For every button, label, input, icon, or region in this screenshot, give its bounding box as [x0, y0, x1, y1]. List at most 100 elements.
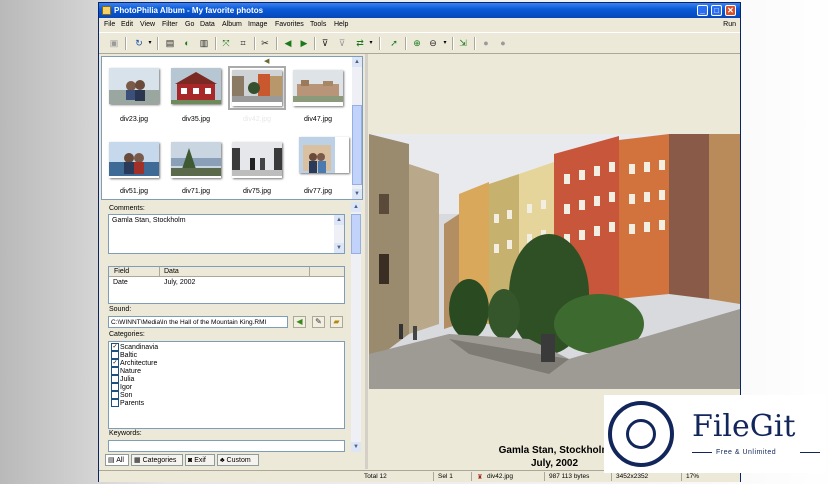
comments-field[interactable]: Gamla Stan, Stockholm ▲ ▼ [108, 214, 345, 254]
table-row[interactable]: Date July, 2002 [109, 278, 344, 288]
save-icon[interactable]: ▣ [108, 37, 120, 49]
refresh-icon[interactable]: ↻ [133, 37, 145, 49]
category-item[interactable]: Igor [111, 383, 132, 391]
checkbox-icon[interactable] [111, 351, 119, 359]
column-header-data[interactable]: Data [164, 268, 179, 275]
menu-file[interactable]: File [104, 21, 115, 28]
record-icon[interactable]: ● [480, 37, 492, 49]
cut-icon[interactable]: ✂ [259, 37, 271, 49]
menu-run[interactable]: Run [723, 21, 736, 28]
crop-icon[interactable]: ⌗ [237, 37, 249, 49]
checkbox-icon[interactable] [111, 383, 119, 391]
thumbnail-image[interactable] [171, 142, 221, 178]
scroll-up-icon[interactable]: ▲ [352, 57, 362, 67]
menu-filter[interactable]: Filter [162, 21, 178, 28]
tab-exif[interactable]: ◙ Exif [185, 454, 215, 466]
export-icon[interactable]: ⇲ [457, 37, 469, 49]
fit-icon[interactable]: ⤧ [220, 37, 232, 49]
scrollbar-thumb[interactable] [352, 105, 362, 185]
thumbnail-image[interactable] [299, 137, 349, 173]
menu-image[interactable]: Image [248, 21, 267, 28]
checkbox-checked-icon[interactable]: ✓ [111, 343, 119, 351]
pointer-icon[interactable]: ➚ [388, 37, 400, 49]
thumbnail-image-selected[interactable] [228, 66, 286, 110]
zoom-in-icon[interactable]: ⊕ [411, 37, 423, 49]
menu-tools[interactable]: Tools [310, 21, 326, 28]
thumbnail-scrollbar[interactable]: ▲ ▼ [352, 57, 362, 199]
play-sound-button[interactable]: ◀ [293, 316, 306, 328]
category-item[interactable]: ✓ Scandinavia [111, 343, 158, 351]
preview-image[interactable] [369, 134, 740, 389]
thumbnail-image[interactable] [109, 68, 159, 104]
menu-edit[interactable]: Edit [121, 21, 133, 28]
window-title: PhotoPhilia Album - My favorite photos [114, 6, 264, 15]
scrollbar-thumb[interactable] [351, 214, 361, 254]
checkbox-icon[interactable] [111, 375, 119, 383]
categories-list[interactable]: ✓ Scandinavia Baltic ✓ Architecture Nature… [108, 341, 345, 429]
open-icon[interactable]: ◐ [181, 37, 193, 49]
menu-help[interactable]: Help [334, 21, 348, 28]
scroll-down-icon[interactable]: ▼ [334, 243, 344, 253]
tab-categories[interactable]: ▦ Categories [131, 454, 183, 466]
menu-album[interactable]: Album [222, 21, 242, 28]
shuffle-icon[interactable]: ⇄ [354, 37, 366, 49]
fields-table[interactable]: Field Data Date July, 2002 [108, 266, 345, 304]
category-item[interactable]: Nature [111, 367, 141, 375]
tab-custom[interactable]: ♣ Custom [217, 454, 259, 466]
menu-view[interactable]: View [140, 21, 155, 28]
properties-scrollbar[interactable]: ▲ ▼ [351, 202, 361, 452]
category-item[interactable]: Baltic [111, 351, 137, 359]
back-icon[interactable]: ◀ [282, 37, 294, 49]
thumbnail-caption: div35.jpg [181, 116, 211, 123]
forward-icon[interactable]: ▶ [298, 37, 310, 49]
close-button[interactable]: ✕ [725, 5, 736, 16]
category-item[interactable]: ✓ Architecture [111, 359, 157, 367]
chevron-down-icon[interactable]: ▾ [147, 37, 153, 49]
menu-favorites[interactable]: Favorites [275, 21, 304, 28]
pages-icon[interactable]: ▥ [198, 37, 210, 49]
sort-arrow-icon[interactable]: ◀ [264, 57, 269, 65]
panel-splitter[interactable] [365, 54, 368, 469]
toolbar: ▣ ↻ ▾ ▤ ◐ ▥ ⤧ ⌗ ✂ ◀ ▶ ⊽ ⊽ ⇄ ▾ ➚ ⊕ ⊖ ▾ ⇲ … [99, 32, 740, 54]
filter-clear-icon[interactable]: ⊽ [336, 37, 348, 49]
minimize-button[interactable]: _ [697, 5, 708, 16]
checkbox-checked-icon[interactable]: ✓ [111, 359, 119, 367]
chevron-down-icon[interactable]: ▾ [442, 37, 448, 49]
thumbnail-image[interactable] [293, 70, 343, 106]
open-folder-button[interactable]: ▰ [330, 316, 343, 328]
scroll-up-icon[interactable]: ▲ [351, 202, 361, 212]
zoom-out-icon[interactable]: ⊖ [427, 37, 439, 49]
checkbox-icon[interactable] [111, 367, 119, 375]
thumbnail-image[interactable] [109, 142, 159, 178]
status-filesize: 987 113 bytes [549, 473, 590, 480]
stop-icon[interactable]: ● [497, 37, 509, 49]
sound-path-field[interactable]: C:\WINNT\Media\In the Hall of the Mounta… [108, 316, 288, 328]
edit-sound-button[interactable]: ✎ [312, 316, 325, 328]
filter-icon[interactable]: ⊽ [319, 37, 331, 49]
app-icon [102, 6, 111, 15]
category-item[interactable]: Son [111, 391, 132, 399]
comments-scrollbar[interactable]: ▲ ▼ [334, 215, 344, 253]
menu-data[interactable]: Data [200, 21, 215, 28]
column-header-field[interactable]: Field [114, 268, 129, 275]
scroll-up-icon[interactable]: ▲ [334, 215, 344, 225]
tab-all[interactable]: ▤ All [105, 454, 129, 466]
thumbnail-image[interactable] [232, 142, 282, 178]
thumbnail-image[interactable] [171, 68, 221, 104]
checkbox-icon[interactable] [111, 399, 119, 407]
status-divider [471, 472, 472, 481]
scroll-down-icon[interactable]: ▼ [352, 189, 362, 199]
album-icon[interactable]: ▤ [164, 37, 176, 49]
category-item[interactable]: Parents [111, 399, 144, 407]
comments-value: Gamla Stan, Stockholm [112, 217, 186, 224]
table-cell-field: Date [113, 279, 128, 286]
category-item[interactable]: Julia [111, 375, 134, 383]
title-bar[interactable]: PhotoPhilia Album - My favorite photos _… [99, 3, 740, 18]
scroll-down-icon[interactable]: ▼ [351, 442, 361, 452]
keywords-field[interactable] [108, 440, 345, 452]
checkbox-icon[interactable] [111, 391, 119, 399]
maximize-button[interactable]: □ [711, 5, 722, 16]
status-filename: div42.jpg [487, 473, 514, 480]
chevron-down-icon[interactable]: ▾ [368, 37, 374, 49]
menu-go[interactable]: Go [185, 21, 194, 28]
